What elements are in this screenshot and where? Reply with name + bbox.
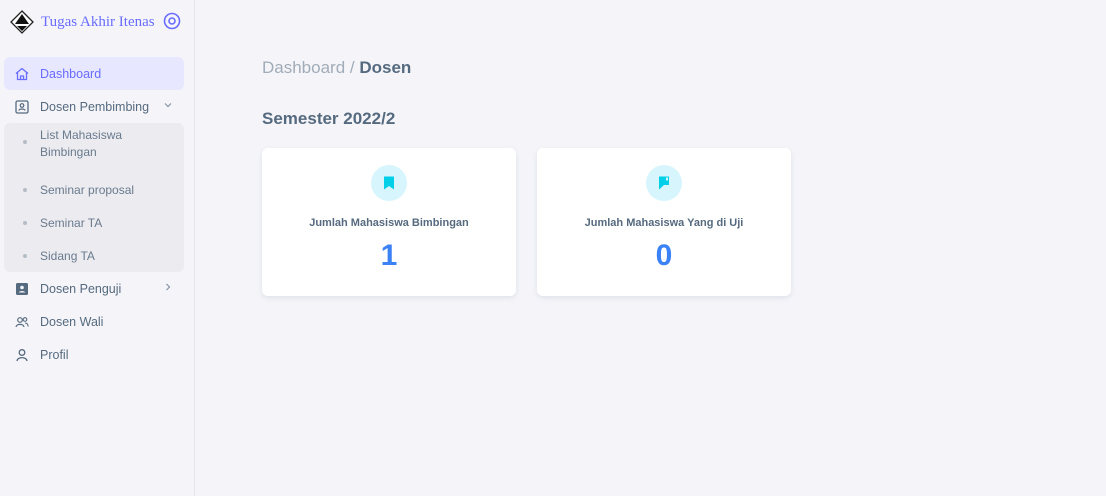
sidebar-item-dosen-pembimbing[interactable]: Dosen Pembimbing [4, 90, 184, 123]
submenu-item-seminar-ta[interactable]: Seminar TA [4, 206, 184, 239]
sidebar-item-label: Dosen Wali [40, 314, 104, 329]
submenu-item-label: Seminar TA [40, 215, 103, 230]
bullet-icon [23, 220, 27, 225]
user-icon [16, 348, 28, 361]
sidebar-item-dosen-wali[interactable]: Dosen Wali [4, 305, 184, 338]
submenu-item-label: Bimbingan [40, 145, 97, 159]
bookmark-icon [384, 176, 394, 190]
sidebar-item-label: Dosen Pembimbing [40, 99, 150, 114]
card-value: 1 [380, 239, 398, 272]
bullet-icon [23, 253, 27, 258]
bullet-icon [23, 187, 27, 192]
breadcrumb: Dashboard / Dosen [262, 58, 411, 78]
sidebar-item-dashboard[interactable]: Dashboard [4, 57, 184, 90]
submenu-item-label: Sidang TA [40, 248, 95, 263]
submenu-item-label: List Mahasiswa [40, 128, 123, 142]
brand-logo-icon [10, 10, 34, 34]
chevron-down-icon [164, 103, 172, 108]
card-icon-badge [371, 165, 407, 201]
home-icon [15, 67, 29, 80]
brand[interactable]: Tugas Akhir Itenas [10, 9, 190, 35]
main-content: Dashboard / Dosen Semester 2022/2 Jumlah… [195, 0, 1106, 496]
submenu-item-label: Seminar proposal [40, 182, 135, 197]
stat-card-bimbingan: Jumlah Mahasiswa Bimbingan 1 [262, 148, 516, 296]
submenu-item-seminar-proposal[interactable]: Seminar proposal [4, 173, 184, 206]
user-board-icon [15, 99, 29, 114]
flag-icon [659, 176, 669, 190]
menu-toggle-icon[interactable] [163, 12, 181, 30]
brand-name: Tugas Akhir Itenas [41, 13, 155, 30]
stat-card-diuji: Jumlah Mahasiswa Yang di Uji 0 [537, 148, 791, 296]
sidebar-menu: Dashboard Dosen Pembimbing List Mahasisw… [4, 57, 184, 371]
id-card-icon [16, 282, 28, 295]
chevron-right-icon [166, 283, 171, 291]
submenu-item-sidang-ta[interactable]: Sidang TA [4, 239, 184, 272]
sidebar-item-label: Dashboard [40, 66, 102, 81]
breadcrumb-current: Dosen [359, 58, 412, 77]
sidebar-item-dosen-penguji[interactable]: Dosen Penguji [4, 272, 184, 305]
sidebar-item-label: Profil [40, 347, 69, 362]
sidebar-item-label: Dosen Penguji [40, 281, 122, 296]
card-icon-badge [646, 165, 682, 201]
submenu-item-list-mahasiswa[interactable]: List Mahasiswa Bimbingan [4, 123, 184, 173]
bullet-icon [23, 140, 27, 144]
breadcrumb-parent: Dashboard / [262, 58, 355, 77]
card-title: Jumlah Mahasiswa Yang di Uji [584, 217, 744, 229]
page-title: Semester 2022/2 [262, 109, 396, 128]
card-title: Jumlah Mahasiswa Bimbingan [309, 217, 469, 229]
sidebar: Tugas Akhir Itenas Dashboard Dosen Pembi… [0, 0, 195, 496]
card-value: 0 [655, 239, 673, 272]
users-icon [15, 316, 29, 327]
submenu-dosen-pembimbing: List Mahasiswa Bimbingan Seminar proposa… [4, 123, 184, 272]
sidebar-item-profil[interactable]: Profil [4, 338, 184, 371]
